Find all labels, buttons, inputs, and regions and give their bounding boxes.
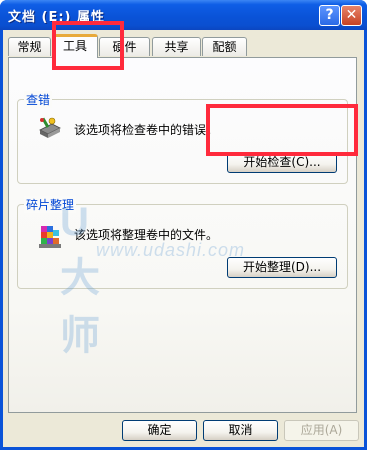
close-button[interactable]: ✕ bbox=[341, 5, 362, 26]
tab-sharing[interactable]: 共享 bbox=[152, 37, 201, 56]
cancel-button[interactable]: 取消 bbox=[203, 420, 278, 441]
check-disk-icon bbox=[39, 117, 61, 138]
error-check-title: 查错 bbox=[24, 91, 53, 108]
tab-quota[interactable]: 配额 bbox=[202, 37, 247, 56]
help-button[interactable]: ? bbox=[319, 5, 340, 26]
tools-tab-highlight bbox=[52, 21, 124, 70]
watermark-url: www.udashi.com bbox=[96, 240, 246, 260]
start-check-highlight bbox=[206, 104, 358, 156]
dialog-client-area: 常规 工具 硬件 共享 配额 查错 该选项将检查卷中的错误。 开始检查(C)..… bbox=[3, 30, 364, 447]
watermark-logo: U大师 bbox=[60, 200, 100, 358]
ok-button[interactable]: 确定 bbox=[122, 420, 197, 441]
apply-button[interactable]: 应用(A) bbox=[284, 420, 359, 441]
tab-general[interactable]: 常规 bbox=[8, 37, 51, 56]
error-check-description: 该选项将检查卷中的错误。 bbox=[74, 123, 219, 137]
